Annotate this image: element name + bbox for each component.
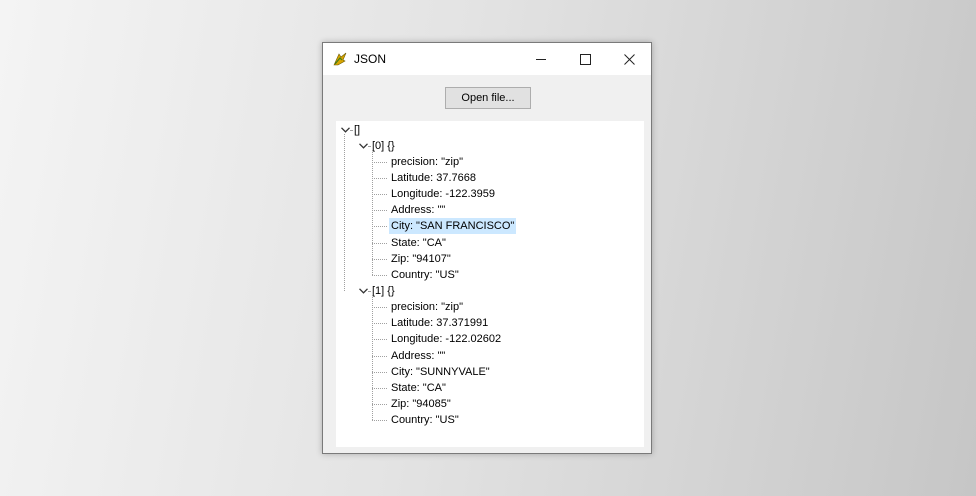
tree-leaf-1-7[interactable]: Country: "US" — [389, 412, 461, 428]
tree-leaf-1-3[interactable]: Address: "" — [389, 348, 447, 364]
tree-line — [372, 339, 387, 341]
tree-line — [372, 323, 387, 325]
tree-leaf-0-6[interactable]: Zip: "94107" — [389, 251, 453, 267]
tree-line — [344, 133, 345, 291]
tree-leaf-1-4[interactable]: City: "SUNNYVALE" — [389, 364, 492, 380]
tree-line — [372, 404, 387, 406]
tree-line — [372, 194, 387, 196]
tree-node-root[interactable]: [] — [352, 122, 362, 138]
tree-leaf-1-0[interactable]: precision: "zip" — [389, 299, 465, 315]
tree-line — [372, 420, 387, 422]
json-viewer-window: JSON Open file... [] [0] {} precision: "zi… — [322, 42, 652, 454]
tree-node-item-0[interactable]: [0] {} — [370, 138, 397, 154]
tree-leaf-0-7[interactable]: Country: "US" — [389, 267, 461, 283]
tree-leaf-0-1[interactable]: Latitude: 37.7668 — [389, 170, 478, 186]
tree-line — [372, 307, 387, 309]
tree-line — [372, 177, 387, 179]
tree-line — [372, 226, 387, 228]
tree-line — [372, 355, 387, 357]
tree-node-item-1[interactable]: [1] {} — [370, 283, 397, 299]
chevron-down-icon[interactable] — [358, 141, 368, 151]
tree-line — [372, 295, 373, 421]
tree-line — [372, 387, 387, 389]
tree-line — [372, 210, 387, 212]
tree-leaf-1-6[interactable]: Zip: "94085" — [389, 396, 453, 412]
tree-line — [372, 161, 387, 163]
tree-line — [372, 274, 387, 276]
tree-line — [372, 149, 373, 275]
minimize-icon — [536, 58, 546, 60]
tree-line — [372, 258, 387, 260]
chevron-down-icon[interactable] — [358, 286, 368, 296]
toolbar: Open file... — [323, 75, 651, 121]
minimize-button[interactable] — [519, 43, 563, 75]
app-icon — [333, 52, 347, 66]
tree-leaf-0-5[interactable]: State: "CA" — [389, 235, 448, 251]
maximize-button[interactable] — [563, 43, 607, 75]
tree-leaf-0-4[interactable]: City: "SAN FRANCISCO" — [389, 218, 517, 235]
close-icon — [623, 53, 635, 65]
open-file-button[interactable]: Open file... — [445, 87, 531, 109]
tree-leaf-0-0[interactable]: precision: "zip" — [389, 154, 465, 170]
title-bar[interactable]: JSON — [323, 43, 651, 75]
tree-leaf-1-5[interactable]: State: "CA" — [389, 380, 448, 396]
json-tree-view[interactable]: [] [0] {} precision: "zip" Latitude: 37.766… — [336, 121, 644, 447]
window-title: JSON — [354, 52, 387, 66]
tree-line — [372, 242, 387, 244]
close-button[interactable] — [607, 43, 651, 75]
tree-leaf-1-1[interactable]: Latitude: 37.371991 — [389, 315, 490, 331]
maximize-icon — [579, 53, 591, 65]
chevron-down-icon[interactable] — [340, 125, 350, 135]
tree-leaf-0-2[interactable]: Longitude: -122.3959 — [389, 186, 497, 202]
tree-line — [372, 371, 387, 373]
tree-leaf-0-3[interactable]: Address: "" — [389, 202, 447, 218]
tree-leaf-1-2[interactable]: Longitude: -122.02602 — [389, 331, 503, 347]
